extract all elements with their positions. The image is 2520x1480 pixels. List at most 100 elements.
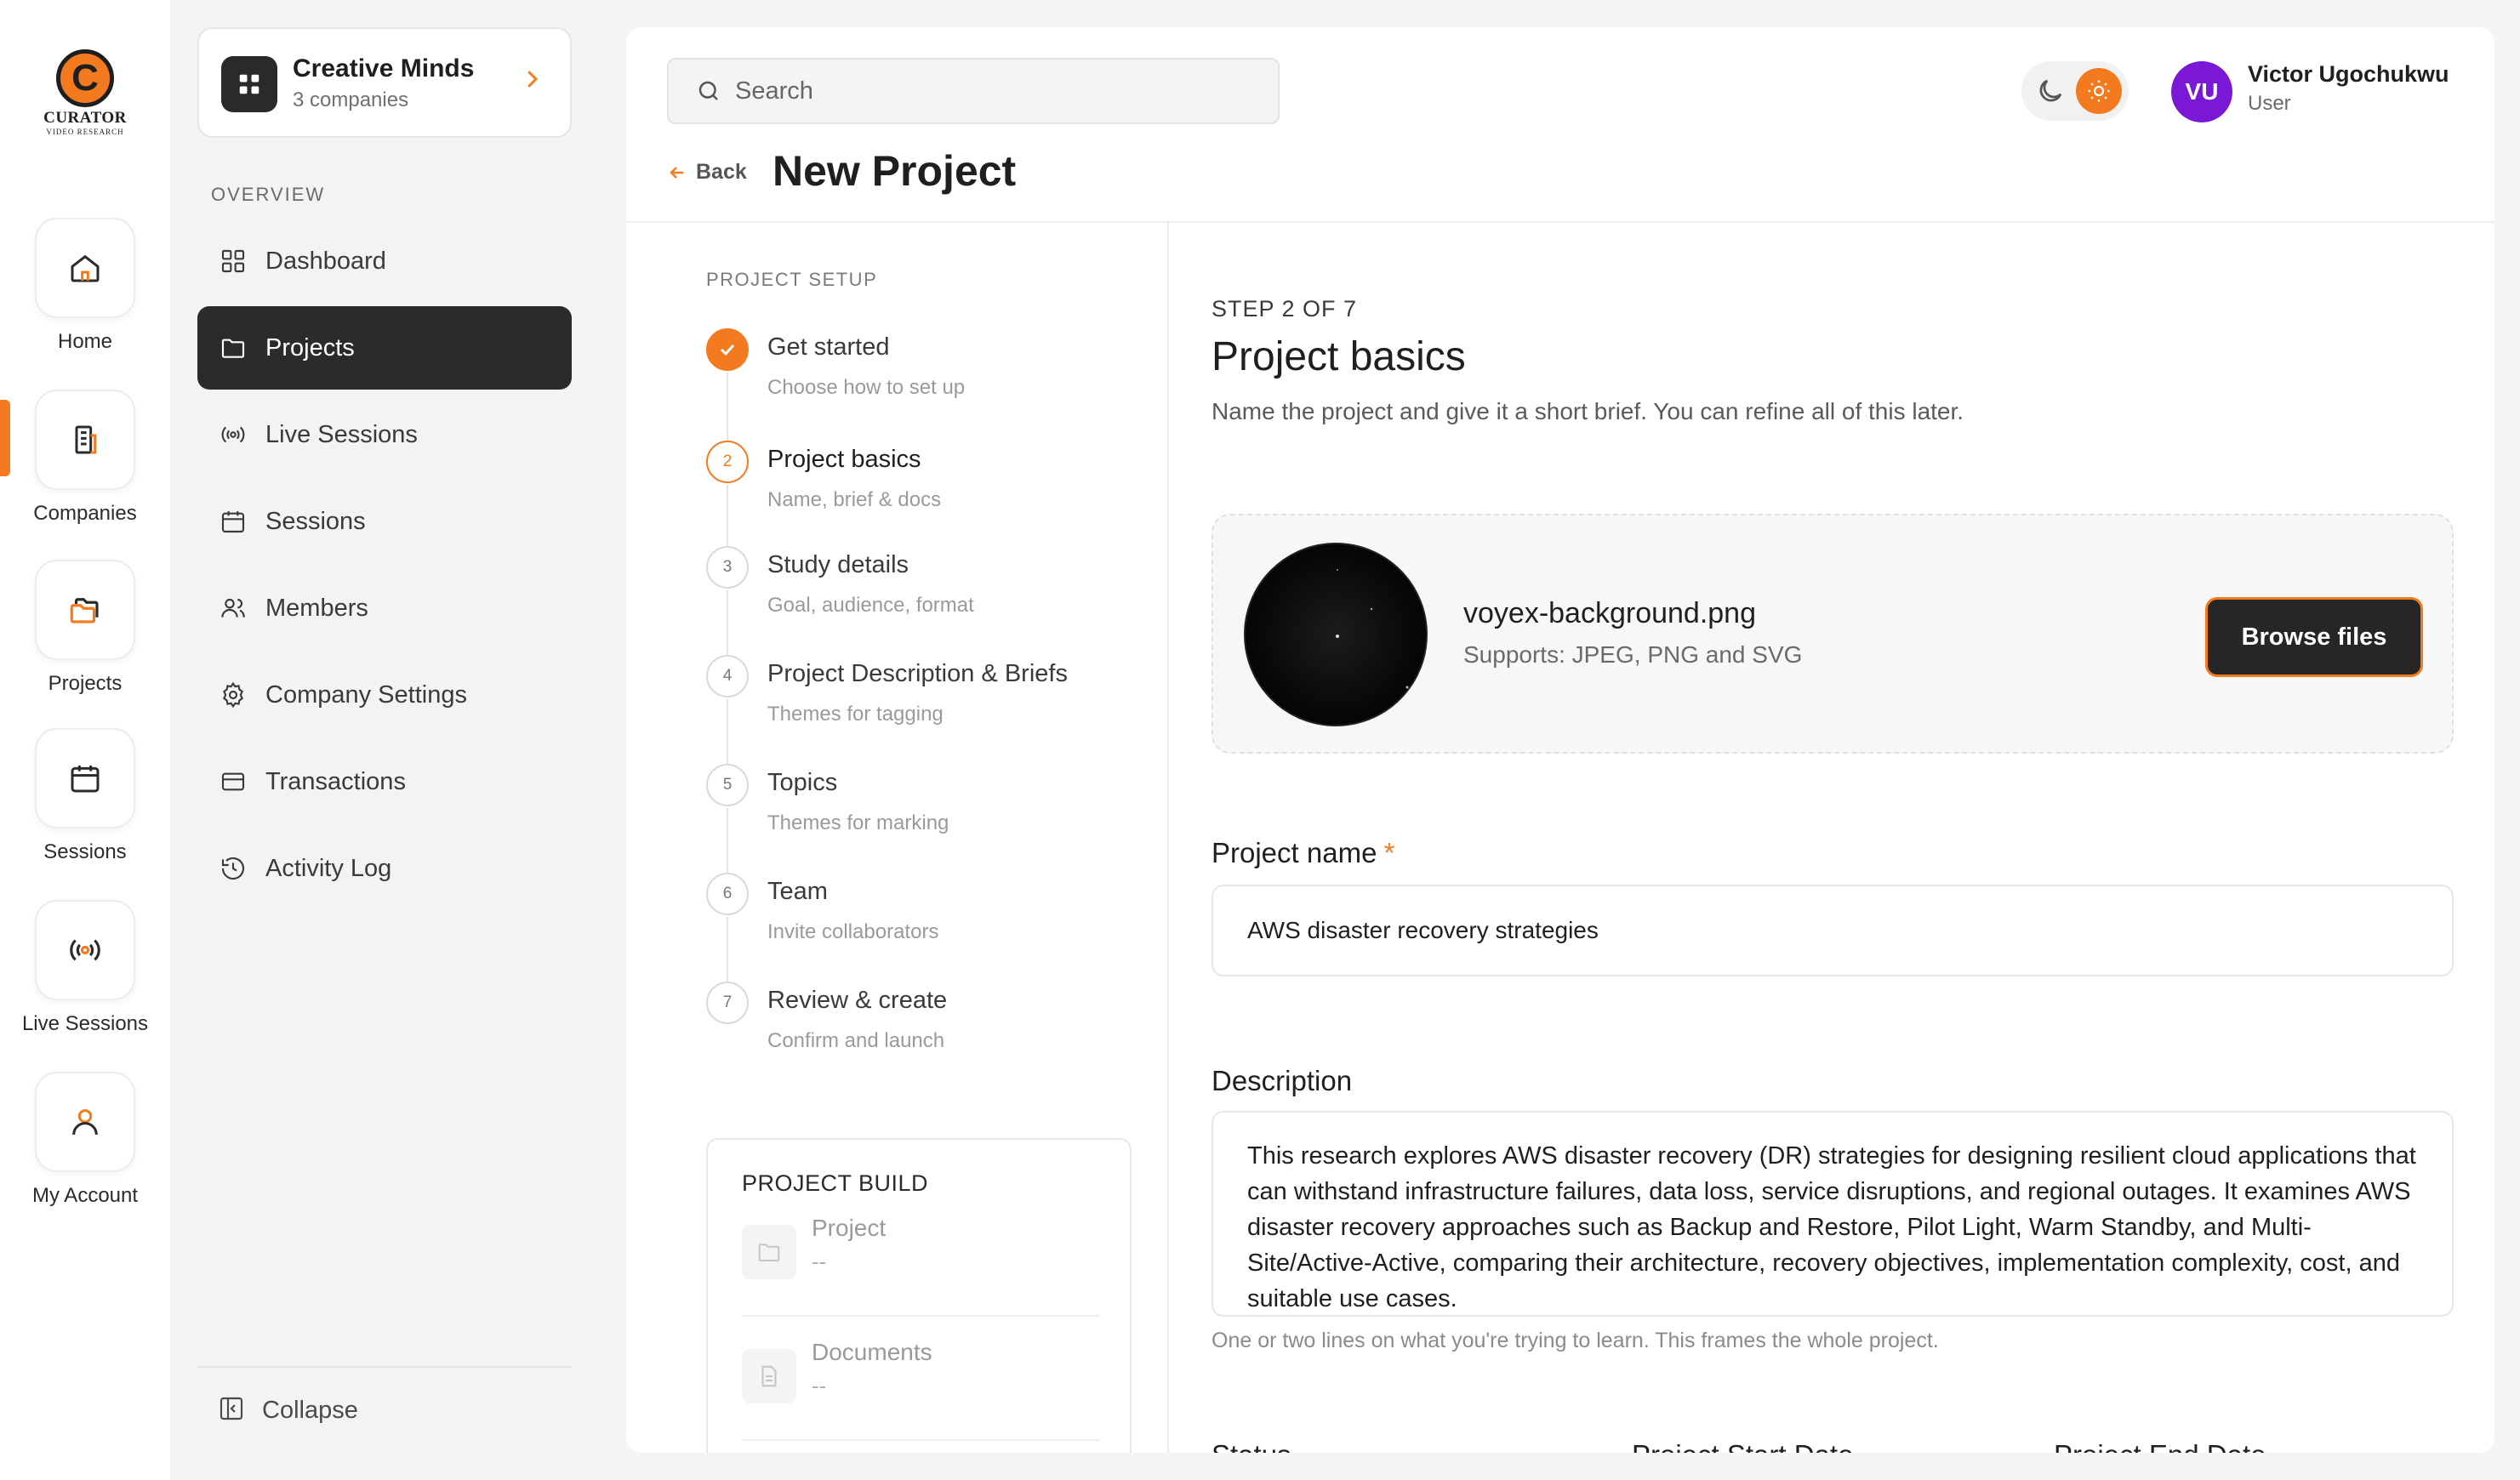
broadcast-icon: [218, 419, 248, 450]
search-icon: [698, 81, 718, 100]
rail-label: My Account: [31, 1184, 139, 1207]
org-switcher[interactable]: Creative Minds 3 companies: [197, 27, 572, 138]
sidebar-item-transactions[interactable]: Transactions: [197, 740, 572, 823]
sidebar-item-label: Sessions: [265, 507, 366, 535]
gear-icon: [218, 680, 248, 710]
step-subtitle: Goal, audience, format: [767, 594, 974, 617]
collapse-label: Collapse: [262, 1397, 358, 1424]
curator-logo[interactable]: C CURATOR VIDEO RESEARCH: [39, 49, 131, 143]
search-input[interactable]: Search: [667, 58, 1280, 124]
step-connector: [727, 917, 728, 985]
calendar-icon: [218, 506, 248, 537]
org-count: 3 companies: [293, 88, 409, 111]
logo-name: CURATOR: [43, 109, 127, 127]
column-divider: [1167, 223, 1169, 1453]
back-label: Back: [696, 160, 747, 184]
build-divider: [742, 1315, 1099, 1317]
back-button[interactable]: Back: [667, 160, 747, 185]
grid-icon: [218, 246, 248, 276]
rail-item-sessions[interactable]: Sessions: [0, 728, 170, 864]
rail-live-sessions-button[interactable]: [35, 900, 135, 1000]
next-field-labels: Status Project Start Date Project End Da…: [1212, 1436, 2454, 1453]
rail-home-button[interactable]: [35, 218, 135, 318]
project-name-label-text: Project name: [1212, 837, 1377, 868]
user-name: Victor Ugochukwu: [2248, 61, 2449, 87]
sidebar-item-label: Live Sessions: [265, 420, 418, 448]
uploaded-image-preview: [1244, 543, 1428, 726]
project-name-input[interactable]: AWS disaster recovery strategies: [1212, 885, 2454, 976]
rail-label: Projects: [48, 672, 123, 695]
calendar-icon: [71, 766, 100, 793]
page-title: New Project: [773, 147, 1017, 195]
folder-icon: [218, 333, 248, 363]
step-title: Study details: [767, 551, 909, 578]
section-subtitle: Name the project and give it a short bri…: [1212, 398, 1964, 424]
rail-item-my-account[interactable]: My Account: [0, 1072, 170, 1208]
step-number: 4: [706, 655, 749, 697]
rail-item-live-sessions[interactable]: Live Sessions: [0, 900, 170, 1036]
step-subtitle: Confirm and launch: [767, 1029, 945, 1052]
step-counter: STEP 2 OF 7: [1212, 296, 1358, 322]
sidebar-item-dashboard[interactable]: Dashboard: [197, 219, 572, 303]
step-subtitle: Invite collaborators: [767, 920, 939, 943]
rail-companies-button[interactable]: [35, 390, 135, 490]
image-upload-zone[interactable]: voyex-background.png Supports: JPEG, PNG…: [1212, 514, 2454, 754]
project-build-card: PROJECT BUILD Project -- Documents --: [706, 1138, 1132, 1453]
status-label: Status: [1212, 1439, 1291, 1453]
step-title: Project Description & Briefs: [767, 660, 1068, 687]
rail-projects-button[interactable]: [35, 560, 135, 660]
sidebar-item-projects[interactable]: Projects: [197, 306, 572, 390]
step-number: 7: [706, 982, 749, 1024]
step-connector: [727, 808, 728, 876]
step-title: Topics: [767, 769, 838, 796]
sidebar-item-label: Transactions: [265, 767, 406, 795]
sidebar-item-label: Activity Log: [265, 854, 392, 882]
rail-label: Live Sessions: [21, 1012, 149, 1035]
header-divider: [626, 221, 2494, 223]
rail-label: Home: [57, 330, 113, 353]
build-label: PROJECT BUILD: [742, 1170, 929, 1196]
description-textarea[interactable]: This research explores AWS disaster reco…: [1212, 1111, 2454, 1317]
rail-my-account-button[interactable]: [35, 1072, 135, 1172]
org-name: Creative Minds: [293, 54, 475, 83]
step-number: 3: [706, 546, 749, 589]
required-mark: *: [1383, 837, 1395, 868]
setup-label: PROJECT SETUP: [706, 269, 878, 290]
sidebar-item-label: Members: [265, 594, 368, 622]
rail-item-home[interactable]: Home: [0, 218, 170, 354]
step-subtitle: Themes for marking: [767, 811, 949, 834]
step-subtitle: Name, brief & docs: [767, 488, 942, 511]
folder-icon: [742, 1225, 796, 1279]
sidebar-item-label: Company Settings: [265, 680, 467, 709]
home-icon: [71, 254, 100, 282]
build-item-value: --: [812, 1249, 827, 1274]
rail-label: Sessions: [43, 840, 127, 863]
rail-item-projects[interactable]: Projects: [0, 560, 170, 696]
rail-item-companies[interactable]: Companies: [0, 390, 170, 526]
step-title: Project basics: [767, 446, 921, 473]
users-icon: [218, 593, 248, 623]
sidebar-item-activity-log[interactable]: Activity Log: [197, 827, 572, 910]
sidebar-item-sessions[interactable]: Sessions: [197, 480, 572, 563]
sidebar-item-label: Dashboard: [265, 247, 386, 275]
avatar[interactable]: VU: [2171, 61, 2232, 122]
collapse-icon: [218, 1395, 245, 1426]
start-date-label: Project Start Date: [1632, 1439, 1853, 1453]
history-icon: [218, 853, 248, 884]
sidebar-item-company-settings[interactable]: Company Settings: [197, 653, 572, 737]
rail-sessions-button[interactable]: [35, 728, 135, 828]
collapse-button[interactable]: Collapse: [218, 1395, 358, 1426]
theme-toggle[interactable]: [2021, 61, 2129, 121]
user-icon: [72, 1109, 98, 1136]
sun-icon[interactable]: [2076, 68, 2122, 114]
search-placeholder: Search: [735, 77, 813, 105]
sidebar-item-members[interactable]: Members: [197, 566, 572, 650]
upload-supported-types: Supports: JPEG, PNG and SVG: [1463, 641, 1803, 668]
browse-files-button[interactable]: Browse files: [2205, 597, 2423, 677]
build-item-value: --: [812, 1373, 827, 1398]
build-item-title: Project: [812, 1215, 887, 1241]
chevron-right-icon: [519, 66, 544, 96]
sidebar-item-live-sessions[interactable]: Live Sessions: [197, 393, 572, 476]
moon-icon[interactable]: [2035, 76, 2066, 111]
upload-filename: voyex-background.png: [1463, 597, 1757, 629]
